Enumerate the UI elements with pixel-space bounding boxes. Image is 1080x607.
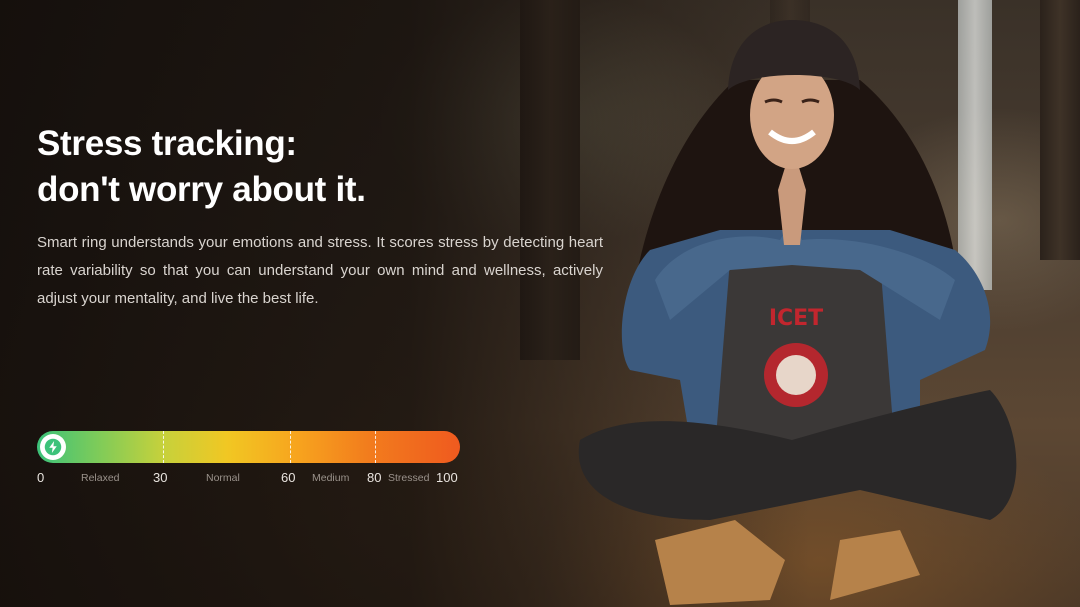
zone-label-medium: Medium	[312, 472, 350, 484]
headline: Stress tracking: don't worry about it.	[37, 121, 366, 213]
headline-line-2: don't worry about it.	[37, 170, 366, 209]
woman-meditating-photo: ICET	[578, 20, 1017, 605]
headline-line-1: Stress tracking:	[37, 124, 297, 163]
zone-label-normal: Normal	[206, 472, 240, 484]
scale-label-60: 60	[281, 470, 296, 485]
scale-label-min: 0	[37, 470, 45, 485]
tick-60	[290, 431, 291, 463]
scale-label-max: 100	[436, 470, 458, 485]
lightning-icon	[40, 434, 66, 460]
tick-30	[163, 431, 164, 463]
svg-text:ICET: ICET	[769, 306, 823, 331]
zone-label-relaxed: Relaxed	[81, 472, 120, 484]
description-text: Smart ring understands your emotions and…	[37, 234, 603, 307]
stress-scale-bar	[37, 431, 460, 463]
zone-label-stressed: Stressed	[388, 472, 430, 484]
scale-label-30: 30	[153, 470, 168, 485]
scale-label-80: 80	[367, 470, 382, 485]
tick-80	[375, 431, 376, 463]
